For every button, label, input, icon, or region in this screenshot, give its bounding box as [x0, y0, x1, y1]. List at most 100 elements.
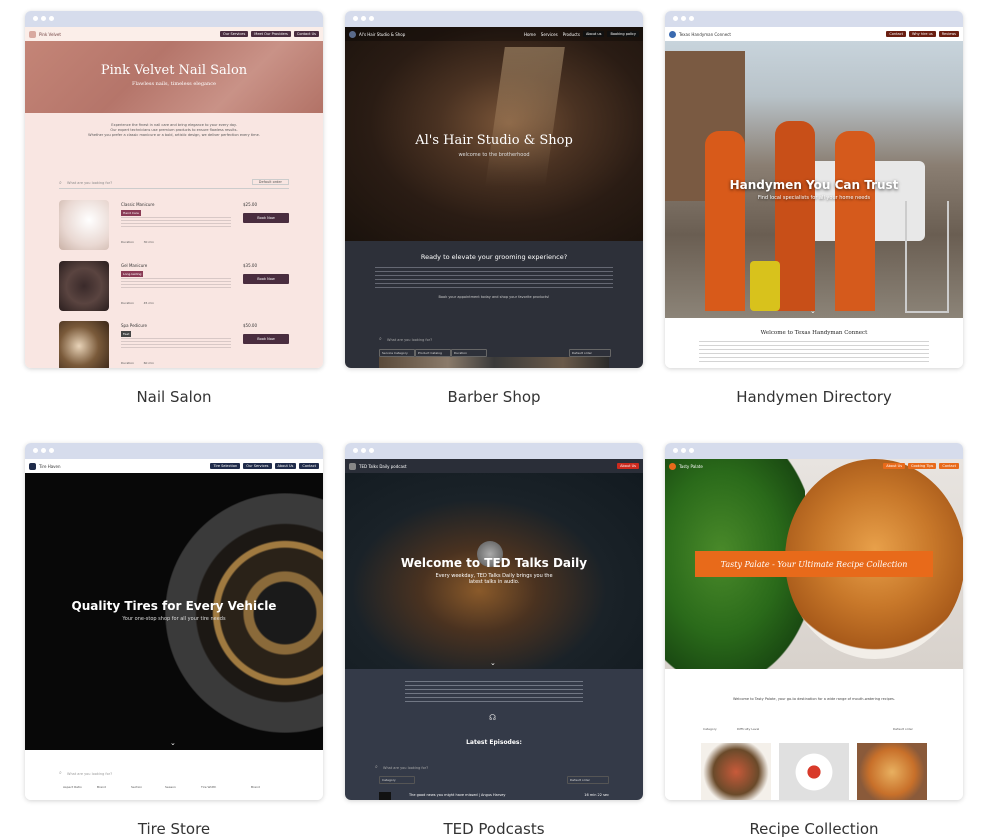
- episode-title: The good news you might have missed | An…: [409, 793, 506, 797]
- service-item: Classic Manicure Hand Care Duration 30 m…: [59, 200, 293, 256]
- headphones-icon: ☊: [489, 713, 497, 722]
- window-dot: [689, 448, 694, 453]
- card-caption[interactable]: Nail Salon: [25, 388, 323, 406]
- service-item: Gel Manicure Long-lasting Duration 45 mi…: [59, 261, 293, 317]
- recipe-thumbnail[interactable]: [857, 743, 927, 800]
- template-card-nail-salon[interactable]: Pink Velvet Our Services Meet Our Provid…: [25, 11, 323, 368]
- filter-select[interactable]: Duration: [451, 349, 487, 357]
- nav-button[interactable]: About us: [582, 31, 605, 37]
- browser-chrome: [665, 11, 963, 27]
- filter-select[interactable]: Section: [131, 785, 142, 789]
- template-card-ted-podcasts[interactable]: TED Talks Daily podcast About Us Welcome…: [345, 443, 643, 800]
- search-icon: ⌕: [379, 336, 382, 342]
- search-icon: ⌕: [59, 770, 62, 776]
- template-card-handymen-directory[interactable]: Texas Handyman Connect Contact Why hire …: [665, 11, 963, 368]
- window-dot: [673, 448, 678, 453]
- nav-button[interactable]: Contact Us: [293, 31, 319, 37]
- filter-select[interactable]: Season: [165, 785, 176, 789]
- book-now-button[interactable]: Book Now: [243, 334, 289, 344]
- hero-subtitle: Flawless nails, timeless elegance: [131, 81, 217, 87]
- search-bar[interactable]: ⌕ What are you looking for?: [379, 336, 609, 345]
- window-dot: [361, 448, 366, 453]
- search-bar[interactable]: ⌕ What are you looking for?: [59, 770, 289, 779]
- search-input[interactable]: What are you looking for?: [67, 772, 112, 776]
- nav-button[interactable]: Our Services: [220, 31, 249, 37]
- template-card-tire-store[interactable]: Tire Haven Tire Selection Our Services A…: [25, 443, 323, 800]
- preview-screen: Tire Haven Tire Selection Our Services A…: [25, 459, 323, 800]
- nav-link[interactable]: Services: [541, 32, 558, 37]
- search-input[interactable]: What are you looking for?: [67, 181, 112, 185]
- nav-cta-button[interactable]: About Us: [617, 463, 639, 469]
- hero-title-banner: Tasty Palate - Your Ultimate Recipe Coll…: [695, 551, 933, 577]
- nav-button[interactable]: Reviews: [938, 31, 959, 37]
- nav-button[interactable]: Meet Our Providers: [251, 31, 291, 37]
- filter-select[interactable]: Brand: [251, 785, 260, 789]
- chevron-down-icon[interactable]: ⌄: [490, 659, 496, 667]
- nav-button[interactable]: Contact: [886, 31, 906, 37]
- window-dot: [353, 448, 358, 453]
- nav-link[interactable]: Home: [524, 32, 536, 37]
- hero-image: [345, 473, 643, 669]
- card-caption[interactable]: TED Podcasts: [345, 820, 643, 838]
- book-now-button[interactable]: Book Now: [243, 274, 289, 284]
- service-tag: Long-lasting: [121, 271, 144, 277]
- nav-cta-button[interactable]: Booking policy: [607, 31, 639, 37]
- hero-title: Tasty Palate - Your Ultimate Recipe Coll…: [720, 559, 908, 569]
- template-card-recipe-collection[interactable]: Tasty Palate About Us Cooking Tips Conta…: [665, 443, 963, 800]
- filter-select[interactable]: Aspect Ratio: [63, 785, 82, 789]
- card-caption[interactable]: Tire Store: [25, 820, 323, 838]
- filter-select[interactable]: Tire Width: [201, 785, 216, 789]
- nav-button[interactable]: Contact: [299, 463, 319, 469]
- nav-button[interactable]: About Us: [274, 463, 297, 469]
- nav-button[interactable]: About Us: [883, 463, 906, 469]
- browser-chrome: [665, 443, 963, 459]
- filter-select[interactable]: Brand: [97, 785, 106, 789]
- recipe-thumbnail[interactable]: [701, 743, 771, 800]
- nav-button[interactable]: Tire Selection: [210, 463, 241, 469]
- filter-select[interactable]: Service Category: [379, 349, 415, 357]
- episode-row[interactable]: The good news you might have missed | An…: [379, 792, 609, 800]
- sort-select[interactable]: Default order: [891, 726, 931, 732]
- recipe-thumbnail[interactable]: [779, 743, 849, 800]
- chevron-down-icon[interactable]: ⌄: [810, 307, 816, 315]
- sort-select[interactable]: Default order: [569, 349, 611, 357]
- book-now-button[interactable]: Book Now: [243, 213, 289, 223]
- window-dot: [353, 16, 358, 21]
- search-input[interactable]: What are you looking for?: [387, 338, 432, 342]
- service-duration: Duration 30 min: [121, 240, 155, 244]
- window-dot: [369, 16, 374, 21]
- nav-button[interactable]: Our Services: [243, 463, 272, 469]
- service-description: [121, 338, 231, 348]
- episode-thumbnail: [379, 792, 391, 800]
- sort-select[interactable]: Default order: [251, 179, 289, 185]
- filter-select[interactable]: Category: [701, 726, 729, 732]
- filter-select[interactable]: Difficulty Level: [735, 726, 775, 732]
- search-input[interactable]: What are you looking for?: [383, 766, 428, 770]
- window-dot: [33, 16, 38, 21]
- search-bar[interactable]: ⌕ What are you looking for? Default orde…: [59, 179, 289, 189]
- brand-name: Texas Handyman Connect: [679, 31, 731, 37]
- window-dot: [681, 448, 686, 453]
- nav-button[interactable]: Why hire us: [908, 31, 936, 37]
- chevron-down-icon[interactable]: ⌄: [170, 739, 176, 747]
- search-bar[interactable]: ⌕ What are you looking for?: [375, 764, 613, 773]
- nav-button[interactable]: Cooking Tips: [908, 463, 937, 469]
- card-caption[interactable]: Handymen Directory: [665, 388, 963, 406]
- brand-name: Pink Velvet: [39, 31, 61, 37]
- filter-select[interactable]: Product Catalog: [415, 349, 451, 357]
- card-caption[interactable]: Recipe Collection: [665, 820, 963, 838]
- filter-select[interactable]: Category: [379, 776, 415, 784]
- preview-screen: Texas Handyman Connect Contact Why hire …: [665, 27, 963, 368]
- service-image: [59, 321, 109, 368]
- browser-chrome: [25, 11, 323, 27]
- brand-name: TED Talks Daily podcast: [359, 463, 407, 469]
- nav-link[interactable]: Products: [563, 32, 580, 37]
- service-price: $35.00: [243, 263, 257, 268]
- nav-button[interactable]: Contact: [939, 463, 959, 469]
- hero-subtitle: welcome to the brotherhood: [458, 152, 530, 158]
- template-card-barber-shop[interactable]: Al's Hair Studio & Shop Home Services Pr…: [345, 11, 643, 368]
- window-dot: [361, 16, 366, 21]
- sort-select[interactable]: Default order: [567, 776, 609, 784]
- card-caption[interactable]: Barber Shop: [345, 388, 643, 406]
- window-dot: [49, 16, 54, 21]
